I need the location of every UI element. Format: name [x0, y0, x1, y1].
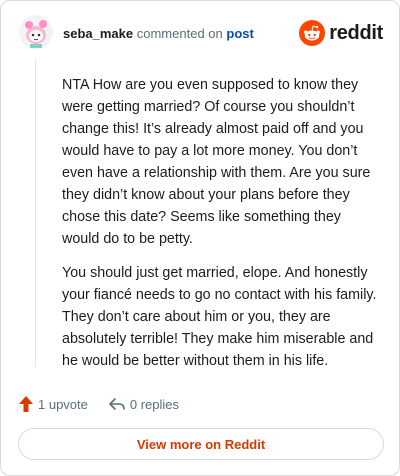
reddit-wordmark: reddit [329, 21, 383, 44]
upvote-arrow-icon [19, 396, 33, 412]
user-avatar[interactable] [19, 15, 53, 49]
commented-on-text: commented on [136, 26, 223, 41]
comment-actions: 1 upvote 0 replies [18, 393, 179, 415]
reddit-brand[interactable]: reddit [299, 20, 383, 46]
comment-meta: seba_make commented on post [63, 26, 254, 41]
comment-body: NTA How are you even supposed to know th… [62, 74, 380, 384]
reply-arrow-icon [109, 398, 125, 410]
reddit-logo-icon [299, 20, 326, 46]
view-more-button[interactable]: View more on Reddit [18, 428, 384, 460]
post-link[interactable]: post [226, 26, 253, 41]
upvote-button[interactable]: 1 upvote [18, 395, 88, 413]
comment-paragraph-1: NTA How are you even supposed to know th… [62, 77, 371, 247]
thread-line [35, 59, 36, 367]
replies-count: 0 replies [129, 396, 180, 412]
comment-paragraph-2: You should just get married, elope. And … [62, 265, 377, 369]
replies-button[interactable]: 0 replies [108, 396, 179, 412]
comment-header: seba_make commented on post reddit [19, 15, 383, 55]
embedded-comment-card: seba_make commented on post reddit NTA H… [0, 0, 400, 476]
username-link[interactable]: seba_make [63, 26, 133, 41]
upvote-count: 1 upvote [38, 396, 88, 412]
